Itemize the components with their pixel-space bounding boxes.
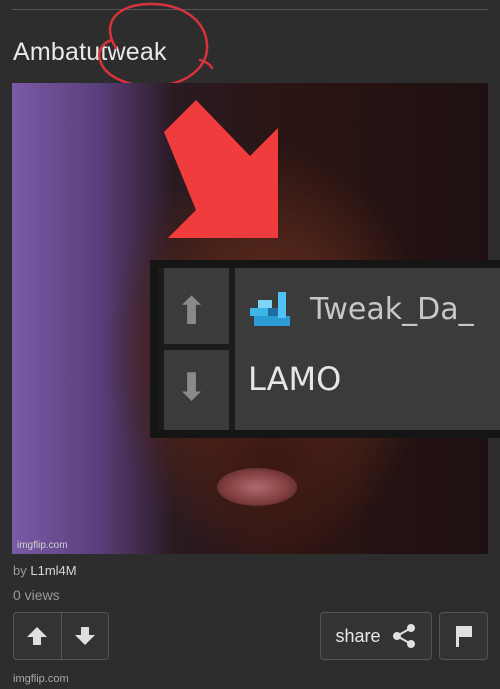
inset-comment-text: LAMO <box>248 360 342 398</box>
user-badge-icon <box>250 292 290 326</box>
inset-username: Tweak_Da_ <box>310 292 474 327</box>
image-watermark: imgflip.com <box>17 540 68 551</box>
upvote-button[interactable] <box>14 613 61 659</box>
byline: by L1ml4M <box>13 563 77 578</box>
upvote-icon <box>27 627 48 645</box>
comment-screenshot-inset: ⬆ ⬇ Tweak_Da_ LAMO <box>150 260 500 438</box>
red-arrow-icon <box>164 100 278 238</box>
flag-button[interactable] <box>439 612 488 660</box>
footer-watermark: imgflip.com <box>13 673 69 685</box>
share-icon <box>392 624 415 648</box>
author-link[interactable]: L1ml4M <box>30 563 76 578</box>
meme-face-detail <box>217 468 297 506</box>
inset-downvote-icon: ⬇ <box>175 365 208 409</box>
post-title: Ambatutweak <box>13 38 167 66</box>
downvote-button[interactable] <box>60 613 109 659</box>
flag-icon <box>455 626 472 647</box>
inset-divider <box>158 344 235 350</box>
vote-buttons <box>13 612 109 660</box>
top-divider <box>12 9 488 10</box>
view-count: 0 views <box>13 587 60 603</box>
byline-prefix: by <box>13 563 27 578</box>
inset-upvote-icon: ⬆ <box>175 289 208 333</box>
downvote-icon <box>74 627 95 645</box>
share-button[interactable]: share <box>320 612 432 660</box>
share-label: share <box>335 625 381 646</box>
